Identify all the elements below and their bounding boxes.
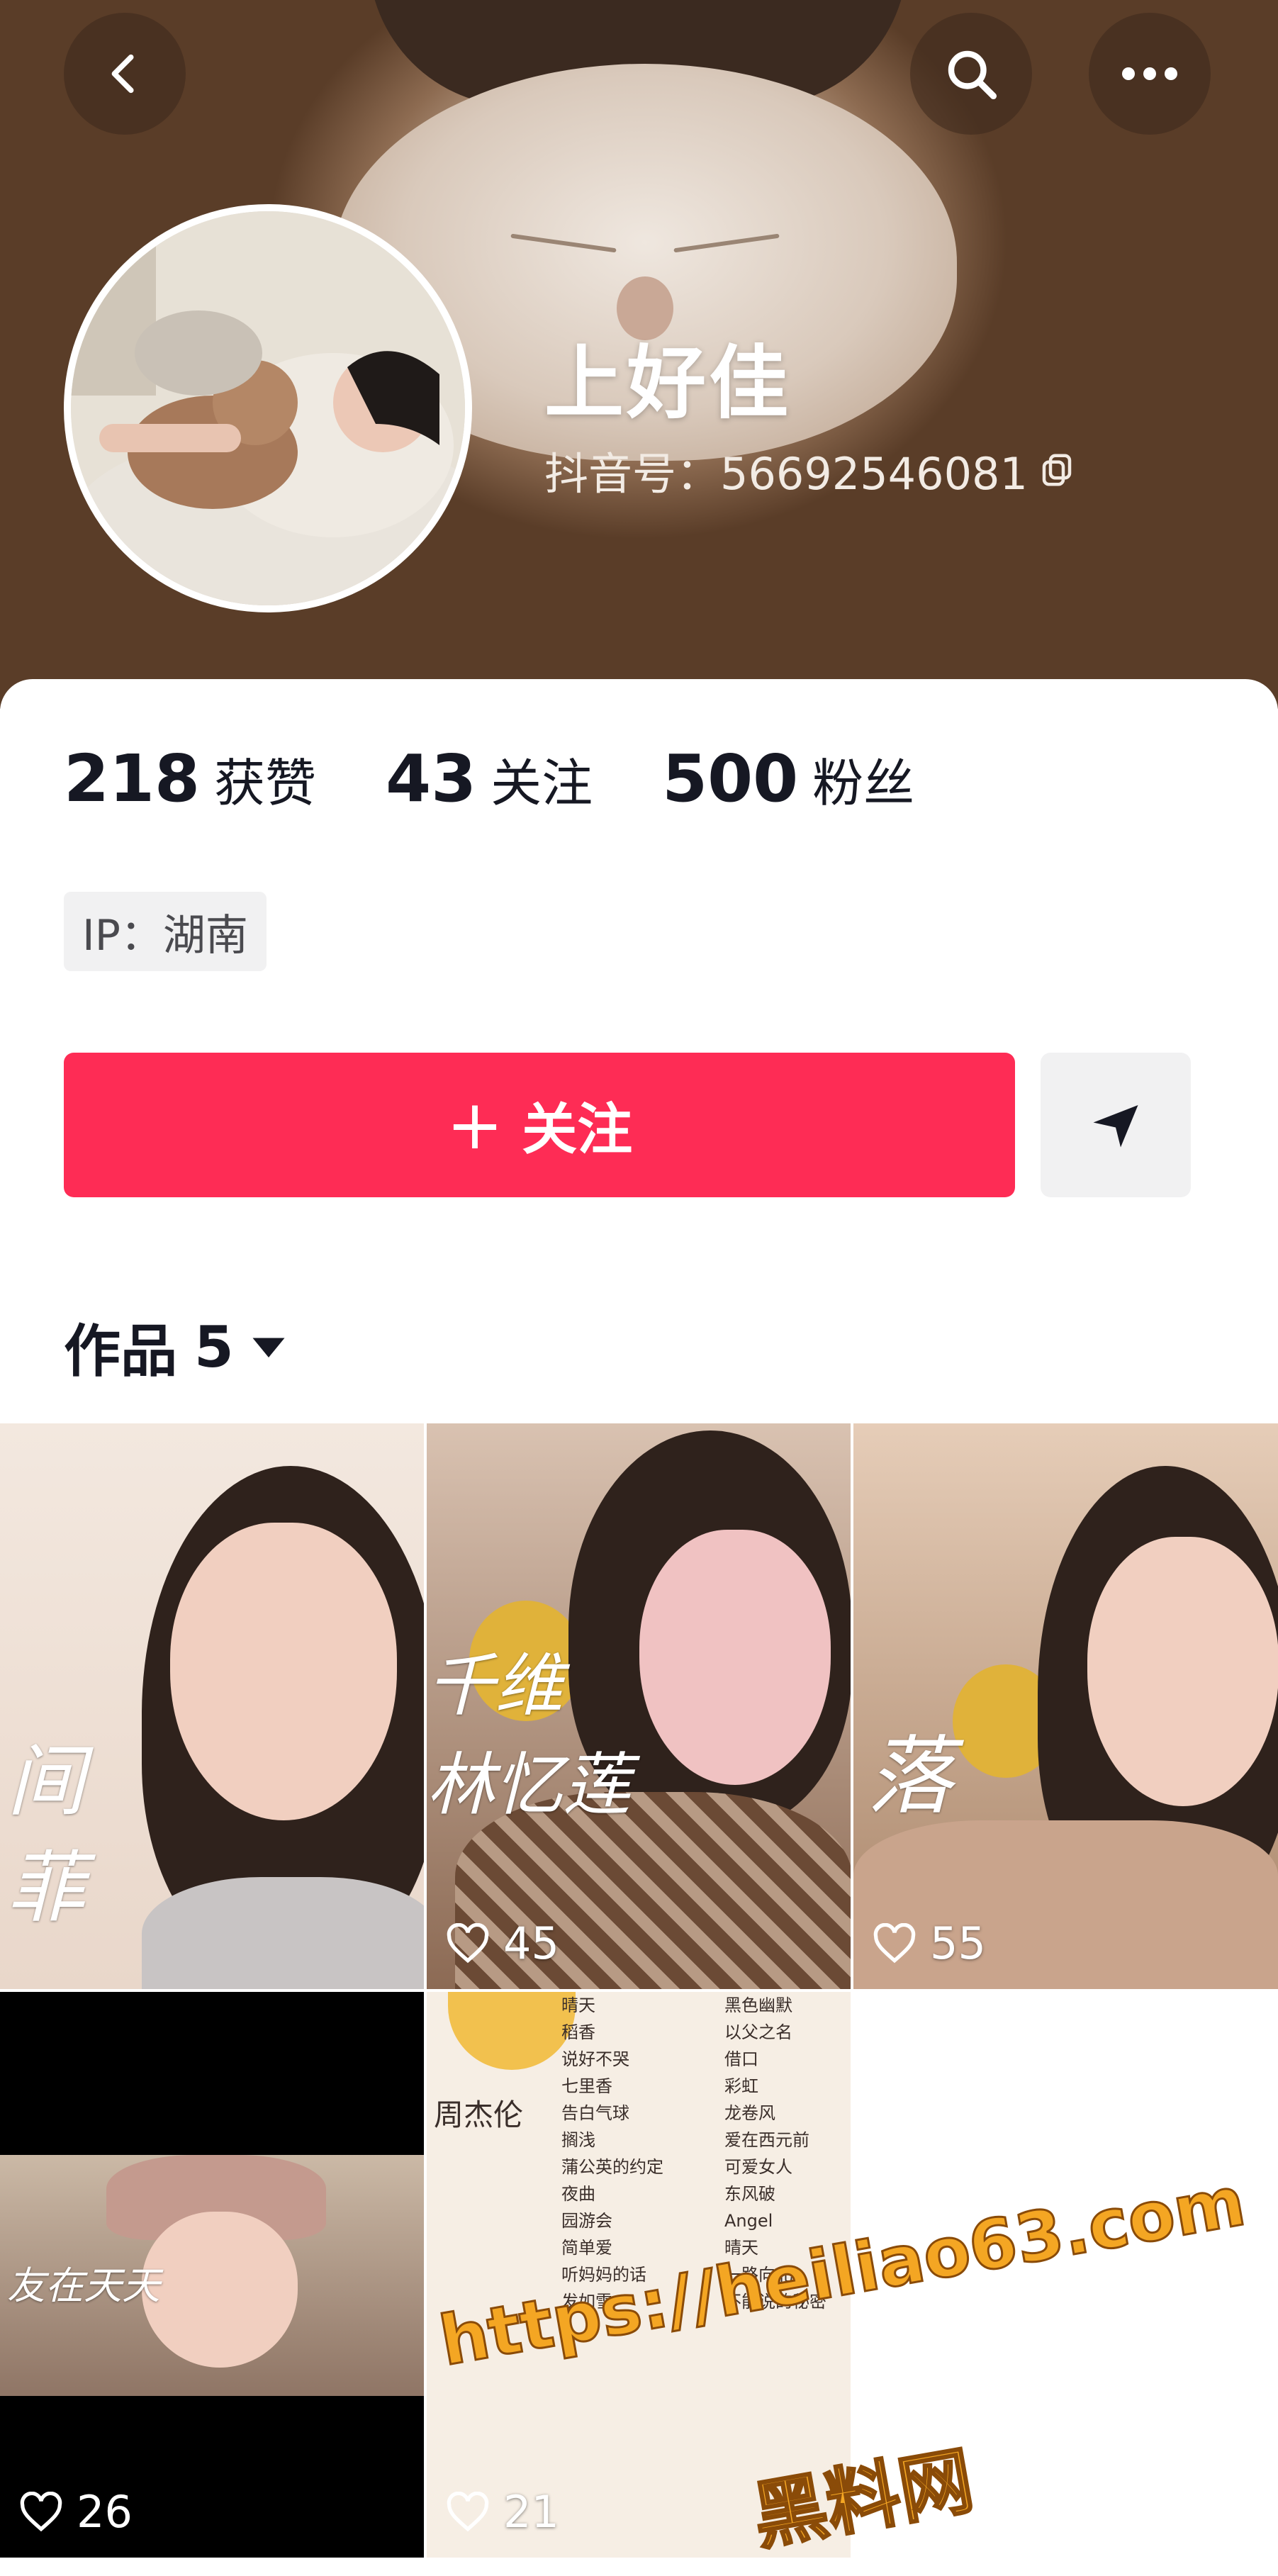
works-tab-count: 5	[194, 1314, 234, 1380]
video-likes-count: 45	[503, 1917, 559, 1969]
video-likes-count: 55	[930, 1917, 986, 1969]
video-likes: 55	[872, 1917, 986, 1969]
thumb-face	[170, 1523, 397, 1820]
follow-button[interactable]: + 关注	[64, 1053, 1015, 1197]
video-likes-count: 26	[77, 2486, 133, 2538]
heart-icon	[20, 2491, 62, 2531]
send-icon	[1093, 1105, 1138, 1148]
thumb-face	[142, 2212, 298, 2368]
thumb-face	[639, 1530, 831, 1785]
video-likes-count: 21	[503, 2486, 559, 2538]
plus-icon: +	[446, 1085, 504, 1165]
stat-following[interactable]: 43 关注	[386, 741, 593, 817]
cover-cat-eye	[673, 233, 780, 253]
tab-works[interactable]: 作品 5	[64, 1306, 286, 1388]
cover-cat-eye	[510, 233, 617, 253]
stats-row: 218 获赞 43 关注 500 粉丝	[64, 741, 984, 817]
ip-location-tag: IP：湖南	[64, 892, 267, 971]
video-overlay-text: 千维 林忆莲	[427, 1646, 631, 1825]
thumb-frame: 友在天天	[0, 2155, 424, 2396]
profile-nickname: 上好佳	[544, 337, 791, 430]
stat-value: 218	[64, 741, 201, 817]
thumb-face	[1087, 1537, 1278, 1806]
copy-icon[interactable]	[1038, 451, 1076, 489]
stat-followers[interactable]: 500 粉丝	[662, 741, 914, 817]
stat-label: 关注	[491, 754, 593, 813]
heart-icon	[447, 1922, 489, 1963]
stat-label: 粉丝	[812, 754, 915, 813]
video-thumbnail[interactable]: 千维 林忆莲 45	[427, 1423, 851, 1989]
back-button[interactable]	[64, 13, 186, 135]
video-thumbnail[interactable]: 友在天天 26	[0, 1992, 424, 2558]
more-icon	[1122, 67, 1177, 80]
stat-likes[interactable]: 218 获赞	[64, 741, 316, 817]
stat-value: 43	[386, 741, 477, 817]
douyin-id-row: 抖音号：56692546081	[544, 438, 1076, 502]
thumb-shirt	[142, 1877, 424, 1989]
video-overlay-text: 周杰伦	[434, 2098, 524, 2132]
video-thumbnail[interactable]: 间 菲	[0, 1423, 424, 1989]
video-likes: 26	[18, 2486, 133, 2538]
video-thumbnail[interactable]: 落 55	[853, 1423, 1278, 1989]
video-likes: 21	[445, 2486, 559, 2538]
search-icon	[948, 50, 997, 100]
caret-down-icon	[252, 1338, 285, 1357]
stat-value: 500	[662, 741, 799, 817]
video-overlay-text: 间 菲	[7, 1736, 85, 1933]
douyin-id-text: 抖音号：56692546081	[544, 448, 1028, 500]
search-button[interactable]	[910, 13, 1032, 135]
follow-button-label: 关注	[522, 1098, 633, 1162]
more-button[interactable]	[1089, 13, 1211, 135]
avatar-photo	[71, 211, 465, 605]
heart-icon	[447, 2491, 489, 2531]
avatar[interactable]	[64, 204, 472, 612]
video-likes: 45	[445, 1917, 559, 1969]
video-overlay-text: 友在天天	[7, 2263, 160, 2308]
thumb-sticker	[448, 1992, 576, 2070]
share-button[interactable]	[1041, 1053, 1191, 1197]
back-icon	[111, 54, 134, 94]
works-tab-label: 作品	[64, 1318, 177, 1384]
stat-label: 获赞	[214, 754, 317, 813]
video-overlay-text: 落	[868, 1727, 953, 1826]
heart-icon	[873, 1922, 916, 1963]
